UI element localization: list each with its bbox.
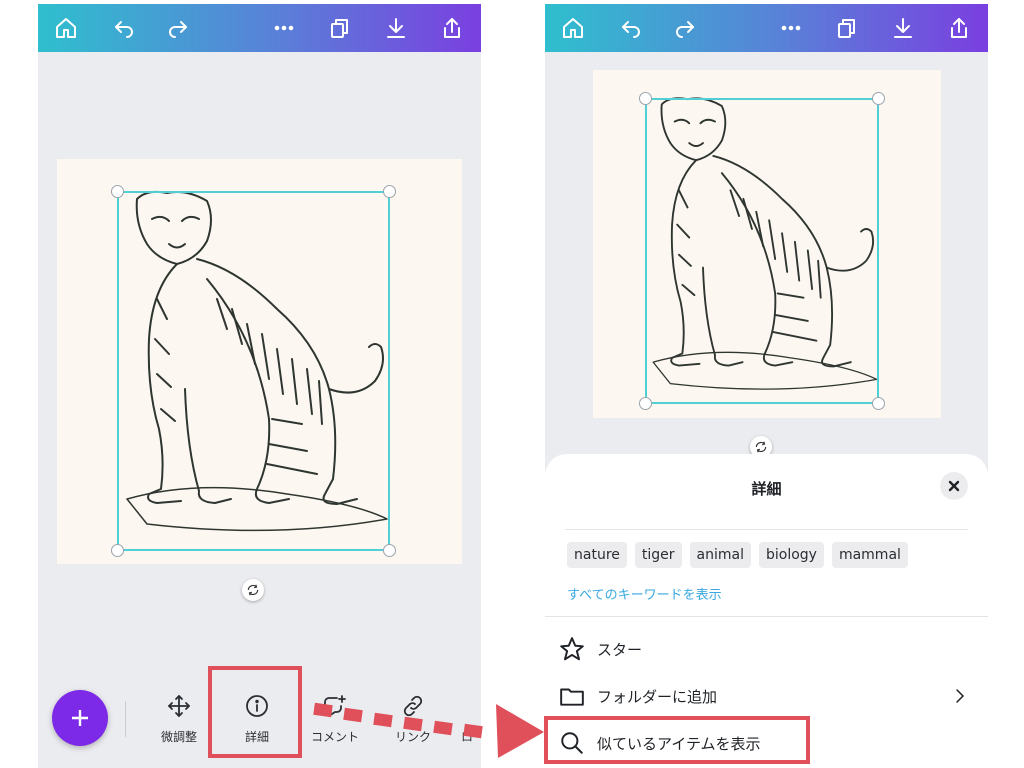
design-canvas[interactable] <box>57 159 462 564</box>
share-icon[interactable] <box>436 12 468 44</box>
arrow-annotation <box>313 702 544 758</box>
close-icon <box>948 480 960 492</box>
toolbar-divider <box>125 701 126 737</box>
keyword-list: nature tiger animal biology mammal <box>567 542 908 568</box>
top-toolbar <box>545 4 988 52</box>
plus-icon <box>72 710 88 726</box>
resize-handle[interactable] <box>383 544 396 557</box>
download-icon[interactable] <box>887 12 919 44</box>
close-button[interactable] <box>940 472 968 500</box>
redo-icon[interactable] <box>669 12 701 44</box>
folder-icon <box>560 688 584 706</box>
keyword-chip[interactable]: biology <box>758 542 824 568</box>
keyword-chip[interactable]: mammal <box>831 542 908 568</box>
copy-icon[interactable] <box>324 12 356 44</box>
phone-screen-left: 微調整 詳細 コメント リンク ロ <box>38 4 481 768</box>
toolbar-item-nudge[interactable]: 微調整 <box>148 690 210 750</box>
keyword-chip[interactable]: nature <box>567 542 627 568</box>
copy-icon[interactable] <box>831 12 863 44</box>
menu-item-add-to-folder[interactable]: フォルダーに追加 <box>559 679 979 713</box>
star-icon <box>560 637 584 661</box>
chevron-right-icon <box>956 689 965 703</box>
more-icon[interactable] <box>775 12 807 44</box>
toolbar-item-label: 微調整 <box>160 730 197 744</box>
home-icon[interactable] <box>557 12 589 44</box>
resize-handle[interactable] <box>872 397 885 410</box>
top-toolbar <box>38 4 481 52</box>
selection-frame[interactable] <box>117 191 390 551</box>
undo-icon[interactable] <box>615 12 647 44</box>
highlight-box-show-similar <box>544 716 810 764</box>
redo-icon[interactable] <box>162 12 194 44</box>
menu-item-label: フォルダーに追加 <box>597 687 718 706</box>
sheet-title: 詳細 <box>751 480 782 498</box>
resize-handle[interactable] <box>111 544 124 557</box>
design-canvas[interactable] <box>593 70 941 418</box>
resize-handle[interactable] <box>639 92 652 105</box>
divider <box>545 616 988 617</box>
highlight-box-details <box>208 666 302 758</box>
phone-screen-right: 詳細 nature tiger animal biology mammal すべ… <box>545 4 988 768</box>
add-element-button[interactable] <box>52 690 108 746</box>
resize-handle[interactable] <box>872 92 885 105</box>
resize-handle[interactable] <box>639 397 652 410</box>
keyword-chip[interactable]: tiger <box>634 542 682 568</box>
undo-icon[interactable] <box>108 12 140 44</box>
resize-handle[interactable] <box>111 185 124 198</box>
divider <box>565 529 968 530</box>
share-icon[interactable] <box>943 12 975 44</box>
rotate-icon[interactable] <box>242 579 264 601</box>
show-all-keywords-link[interactable]: すべてのキーワードを表示 <box>567 584 722 603</box>
keyword-chip[interactable]: animal <box>689 542 751 568</box>
download-icon[interactable] <box>380 12 412 44</box>
menu-item-star[interactable]: スター <box>559 632 979 666</box>
menu-item-label: スター <box>597 640 643 659</box>
home-icon[interactable] <box>50 12 82 44</box>
resize-handle[interactable] <box>383 185 396 198</box>
move-icon <box>168 695 190 717</box>
selection-frame[interactable] <box>645 98 879 404</box>
more-icon[interactable] <box>268 12 300 44</box>
